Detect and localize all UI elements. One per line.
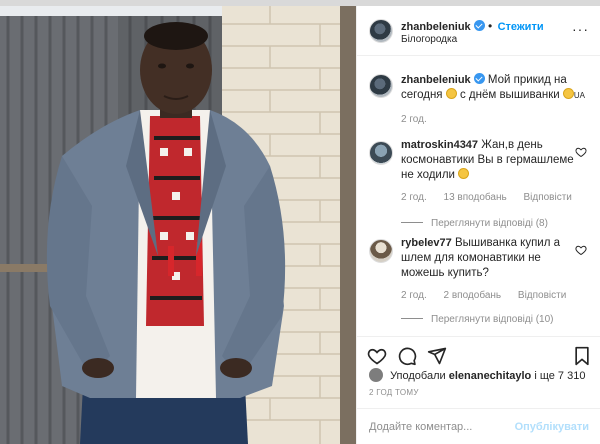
post-photo[interactable] [0,6,356,444]
add-comment-bar: Додайте коментар... Опублікувати [357,408,600,444]
more-dots-icon[interactable]: ··· [572,22,589,36]
comment-likes[interactable]: 13 вподобань [444,192,507,203]
view-replies-link[interactable]: Переглянути відповіді (8) [401,218,548,229]
caption-avatar[interactable] [369,74,393,98]
likes-count[interactable]: і ще 7 310 [534,370,585,382]
comment-likes[interactable]: 2 вподобань [444,290,502,301]
replies-divider [401,318,423,319]
like-comment-heart-icon[interactable] [575,244,587,256]
likes-summary: Уподобали elenanechitaylo і ще 7 310 [369,368,585,382]
comment-time[interactable]: 2 год. [401,290,427,301]
post-header: zhanbeleniuk • Стежити Білогородка ··· [357,6,600,56]
ua-flag-text: UA [573,91,585,100]
verified-badge-icon [473,20,485,31]
liker-avatar[interactable] [369,368,383,382]
view-replies-label: Переглянути відповіді (8) [431,218,548,229]
comment-text: matroskin4347 Жан,в день космонавтики Вы… [401,138,579,183]
photo-illustration [0,6,356,444]
sad-emoji-icon [458,168,470,179]
comment-text: rybelev77 Вышиванка купил а шлем для ком… [401,236,579,281]
commenter-username[interactable]: rybelev77 [401,237,452,249]
author-username[interactable]: zhanbeleniuk [401,21,471,33]
smiling-emoji-icon [562,88,574,99]
post-location[interactable]: Білогородка [401,34,457,45]
post-timestamp[interactable]: 2 ГОД ТОМУ [369,388,419,397]
like-heart-icon[interactable] [367,346,387,366]
replies-divider [401,222,423,223]
share-paper-plane-icon[interactable] [427,346,447,366]
reply-button[interactable]: Відповісти [523,192,571,203]
like-comment-heart-icon[interactable] [575,146,587,158]
commenter-avatar[interactable] [369,239,393,263]
post-action-bar [357,336,600,370]
comment-time[interactable]: 2 год. [401,192,427,203]
commenter-username[interactable]: matroskin4347 [401,139,478,151]
comment-meta: 2 год. 13 вподобань Відповісти [401,192,586,203]
post-side-panel: zhanbeleniuk • Стежити Білогородка ··· z… [356,6,600,444]
liker-username[interactable]: elenanechitaylo [449,370,532,382]
view-replies-link[interactable]: Переглянути відповіді (10) [401,314,554,325]
likes-prefix: Уподобали [390,370,446,382]
separator-dot: • [488,19,493,33]
commenter-avatar[interactable] [369,141,393,165]
reply-button[interactable]: Відповісти [518,290,566,301]
caption-username[interactable]: zhanbeleniuk [401,74,471,86]
publish-button[interactable]: Опублікувати [515,421,589,433]
comment-bubble-icon[interactable] [397,346,417,366]
caption-text: zhanbeleniuk Мой прикид на сегодня с днё… [401,73,587,103]
save-bookmark-icon[interactable] [573,346,591,366]
caption-time[interactable]: 2 год. [401,114,427,125]
grinning-emoji-icon [445,88,457,99]
comment-input[interactable]: Додайте коментар... [369,421,472,433]
caption-text-part2: с днём вышиванки [459,89,560,101]
follow-button[interactable]: Стежити [498,21,544,33]
author-avatar[interactable] [369,19,393,43]
comment-meta: 2 год. 2 вподобань Відповісти [401,290,580,301]
view-replies-label: Переглянути відповіді (10) [431,314,554,325]
header-user-line: zhanbeleniuk • Стежити [401,19,544,33]
verified-badge-icon [473,73,485,84]
